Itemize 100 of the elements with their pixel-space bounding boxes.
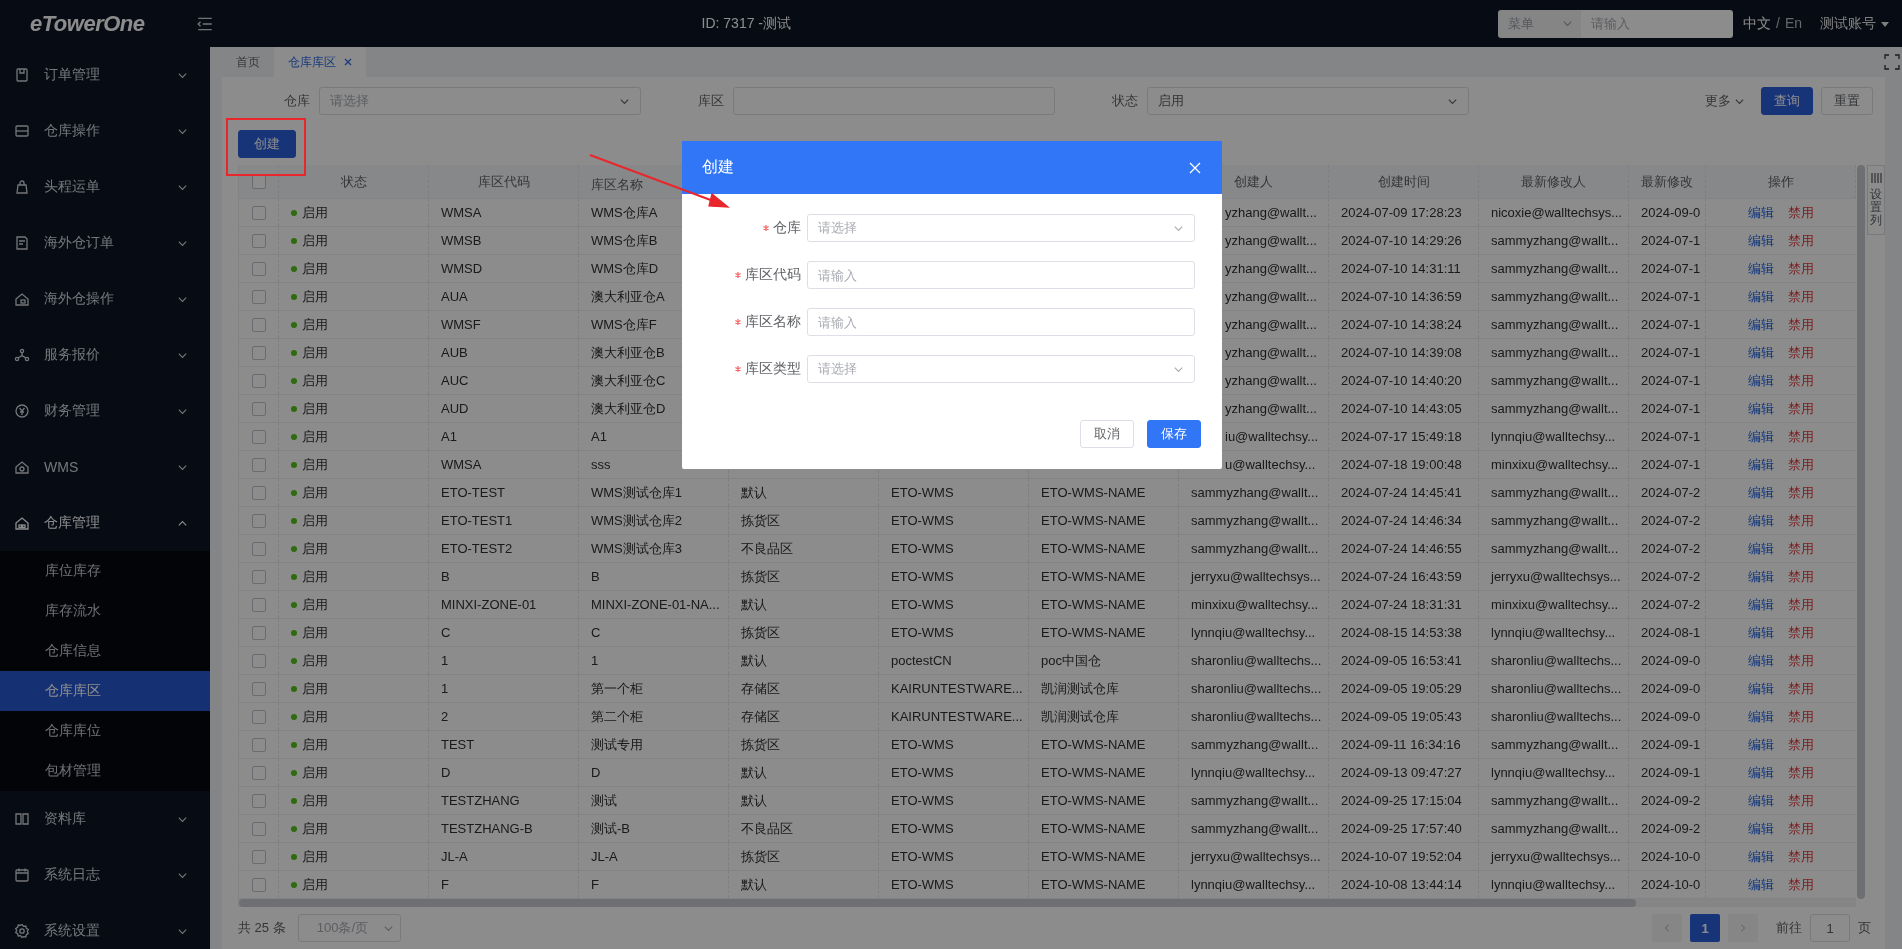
more-toggle[interactable]: 更多: [1705, 92, 1745, 110]
sidebar-item[interactable]: 海外仓订单: [0, 215, 210, 271]
sidebar-subitem[interactable]: 仓库信息: [0, 631, 210, 671]
disable-link[interactable]: 禁用: [1788, 651, 1814, 670]
edit-link[interactable]: 编辑: [1748, 455, 1774, 474]
disable-link[interactable]: 禁用: [1788, 567, 1814, 586]
input-field[interactable]: 请输入: [807, 261, 1195, 289]
checkbox[interactable]: [251, 681, 266, 696]
checkbox[interactable]: [251, 541, 266, 556]
sidebar-item[interactable]: 系统设置: [0, 903, 210, 949]
disable-link[interactable]: 禁用: [1788, 679, 1814, 698]
sidebar-item[interactable]: 头程运单: [0, 159, 210, 215]
edit-link[interactable]: 编辑: [1748, 595, 1774, 614]
disable-link[interactable]: 禁用: [1788, 203, 1814, 222]
edit-link[interactable]: 编辑: [1748, 203, 1774, 222]
sidebar-item[interactable]: 仓库操作: [0, 103, 210, 159]
disable-link[interactable]: 禁用: [1788, 427, 1814, 446]
checkbox[interactable]: [251, 737, 266, 752]
language-option[interactable]: 中文: [1743, 14, 1771, 33]
checkbox[interactable]: [251, 849, 266, 864]
sidebar-subitem[interactable]: 包材管理: [0, 751, 210, 791]
sidebar-subitem[interactable]: 库位库存: [0, 551, 210, 591]
next-page-button[interactable]: [1728, 914, 1758, 942]
checkbox[interactable]: [251, 513, 266, 528]
edit-link[interactable]: 编辑: [1748, 231, 1774, 250]
disable-link[interactable]: 禁用: [1788, 791, 1814, 810]
checkbox[interactable]: [251, 317, 266, 332]
sidebar-item[interactable]: 系统日志: [0, 847, 210, 903]
disable-link[interactable]: 禁用: [1788, 511, 1814, 530]
disable-link[interactable]: 禁用: [1788, 623, 1814, 642]
sidebar-item[interactable]: 仓库管理: [0, 495, 210, 551]
edit-link[interactable]: 编辑: [1748, 735, 1774, 754]
select-field[interactable]: 启用: [1147, 87, 1469, 115]
disable-link[interactable]: 禁用: [1788, 315, 1814, 334]
horizontal-scrollbar[interactable]: [239, 899, 1856, 907]
checkbox[interactable]: [251, 793, 266, 808]
edit-link[interactable]: 编辑: [1748, 791, 1774, 810]
checkbox[interactable]: [251, 429, 266, 444]
checkbox[interactable]: [251, 709, 266, 724]
edit-link[interactable]: 编辑: [1748, 315, 1774, 334]
edit-link[interactable]: 编辑: [1748, 763, 1774, 782]
edit-link[interactable]: 编辑: [1748, 623, 1774, 642]
checkbox[interactable]: [251, 597, 266, 612]
sidebar-item[interactable]: 资料库: [0, 791, 210, 847]
search-button[interactable]: 查询: [1761, 87, 1813, 115]
disable-link[interactable]: 禁用: [1788, 595, 1814, 614]
edit-link[interactable]: 编辑: [1748, 651, 1774, 670]
edit-link[interactable]: 编辑: [1748, 847, 1774, 866]
disable-link[interactable]: 禁用: [1788, 287, 1814, 306]
disable-link[interactable]: 禁用: [1788, 875, 1814, 894]
checkbox[interactable]: [251, 485, 266, 500]
checkbox[interactable]: [251, 569, 266, 584]
edit-link[interactable]: 编辑: [1748, 707, 1774, 726]
select-field[interactable]: 请选择: [807, 214, 1195, 242]
vertical-scrollbar[interactable]: [1857, 165, 1865, 899]
edit-link[interactable]: 编辑: [1748, 511, 1774, 530]
disable-link[interactable]: 禁用: [1788, 763, 1814, 782]
checkbox[interactable]: [251, 345, 266, 360]
sidebar-item[interactable]: 海外仓操作: [0, 271, 210, 327]
edit-link[interactable]: 编辑: [1748, 343, 1774, 362]
edit-link[interactable]: 编辑: [1748, 427, 1774, 446]
sidebar-item[interactable]: 财务管理: [0, 383, 210, 439]
sidebar-subitem[interactable]: 库存流水: [0, 591, 210, 631]
edit-link[interactable]: 编辑: [1748, 399, 1774, 418]
disable-link[interactable]: 禁用: [1788, 343, 1814, 362]
save-button[interactable]: 保存: [1147, 420, 1201, 448]
edit-link[interactable]: 编辑: [1748, 371, 1774, 390]
input-field[interactable]: 请输入: [807, 308, 1195, 336]
edit-link[interactable]: 编辑: [1748, 259, 1774, 278]
edit-link[interactable]: 编辑: [1748, 567, 1774, 586]
disable-link[interactable]: 禁用: [1788, 399, 1814, 418]
select-field[interactable]: 请选择: [807, 355, 1195, 383]
previous-page-button[interactable]: [1652, 914, 1682, 942]
disable-link[interactable]: 禁用: [1788, 735, 1814, 754]
checkbox[interactable]: [251, 373, 266, 388]
checkbox[interactable]: [251, 205, 266, 220]
disable-link[interactable]: 禁用: [1788, 847, 1814, 866]
column-settings-tab[interactable]: 设置列: [1867, 165, 1885, 235]
edit-link[interactable]: 编辑: [1748, 287, 1774, 306]
tab[interactable]: 首页: [222, 47, 274, 77]
checkbox[interactable]: [251, 401, 266, 416]
sidebar-item[interactable]: 订单管理: [0, 47, 210, 103]
edit-link[interactable]: 编辑: [1748, 819, 1774, 838]
create-button[interactable]: 创建: [238, 130, 296, 158]
checkbox[interactable]: [251, 625, 266, 640]
account-menu[interactable]: 测试账号: [1820, 14, 1890, 33]
reset-button[interactable]: 重置: [1821, 87, 1873, 115]
edit-link[interactable]: 编辑: [1748, 539, 1774, 558]
language-option[interactable]: En: [1784, 14, 1802, 33]
edit-link[interactable]: 编辑: [1748, 875, 1774, 894]
disable-link[interactable]: 禁用: [1788, 231, 1814, 250]
checkbox[interactable]: [251, 457, 266, 472]
disable-link[interactable]: 禁用: [1788, 371, 1814, 390]
disable-link[interactable]: 禁用: [1788, 455, 1814, 474]
edit-link[interactable]: 编辑: [1748, 679, 1774, 698]
sidebar-item[interactable]: 服务报价: [0, 327, 210, 383]
sidebar-item[interactable]: WMS: [0, 439, 210, 495]
cancel-button[interactable]: 取消: [1080, 420, 1134, 448]
disable-link[interactable]: 禁用: [1788, 259, 1814, 278]
disable-link[interactable]: 禁用: [1788, 483, 1814, 502]
